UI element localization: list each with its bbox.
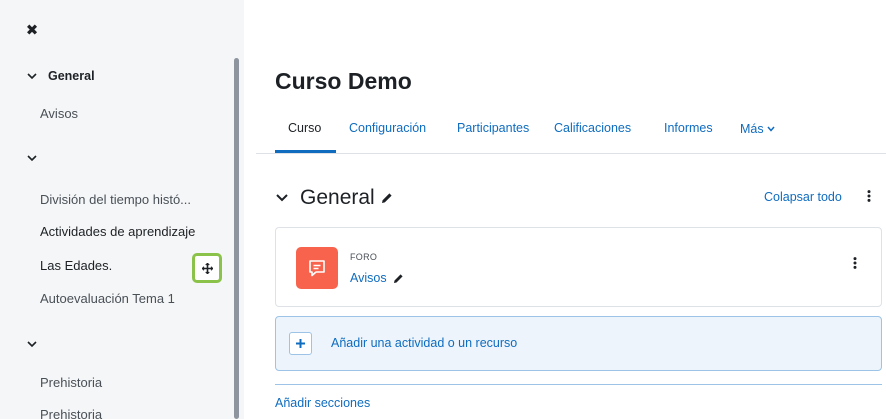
- main-content: Curso Demo Curso Configuración Participa…: [244, 0, 886, 419]
- tab-informes[interactable]: Informes: [664, 121, 713, 135]
- plus-icon: [289, 332, 312, 355]
- chevron-down-icon: [26, 70, 38, 82]
- activity-name-row: Avisos: [350, 271, 404, 285]
- index-section-title: General: [48, 69, 95, 83]
- tab-calificaciones[interactable]: Calificaciones: [554, 121, 631, 135]
- index-item-las-edades[interactable]: Las Edades.: [40, 258, 112, 273]
- section-header-general[interactable]: General: [276, 186, 393, 210]
- move-item-handle[interactable]: [192, 253, 222, 283]
- tab-mas-label: Más: [740, 122, 764, 136]
- index-section-3[interactable]: [26, 334, 48, 354]
- tab-curso[interactable]: Curso: [288, 121, 321, 135]
- index-item-actividades[interactable]: Actividades de aprendizaje: [40, 224, 195, 239]
- activity-card-forum: FORO Avisos: [275, 227, 882, 307]
- close-drawer-button[interactable]: ✖: [22, 20, 42, 40]
- page-title: Curso Demo: [275, 68, 412, 94]
- chevron-down-icon: [26, 152, 38, 164]
- move-icon: [201, 262, 213, 274]
- course-index-drawer: ✖ General Avisos División del tiempo his…: [0, 0, 244, 419]
- tab-mas[interactable]: Más: [740, 121, 775, 136]
- chevron-down-icon: [767, 121, 775, 135]
- secondary-navigation: Curso Configuración Participantes Califi…: [256, 112, 886, 154]
- activity-menu-kebab-icon[interactable]: [850, 254, 860, 272]
- close-icon: ✖: [25, 22, 39, 39]
- activity-type-label: FORO: [350, 252, 378, 262]
- section-divider: [275, 384, 882, 385]
- tab-configuracion[interactable]: Configuración: [349, 121, 426, 135]
- active-tab-indicator: [275, 150, 336, 153]
- forum-icon: [296, 247, 338, 289]
- chevron-down-icon: [26, 338, 38, 350]
- index-item-avisos[interactable]: Avisos: [40, 106, 78, 121]
- pencil-icon[interactable]: [393, 273, 404, 284]
- index-item-prehistoria[interactable]: Prehistoria: [40, 375, 102, 390]
- index-item-autoevaluacion[interactable]: Autoevaluación Tema 1: [40, 291, 175, 306]
- add-activity-label: Añadir una actividad o un recurso: [331, 336, 518, 350]
- index-section-general[interactable]: General: [26, 66, 95, 86]
- chevron-down-icon: [276, 192, 288, 204]
- pencil-icon[interactable]: [381, 192, 393, 204]
- index-section-2[interactable]: [26, 148, 48, 168]
- activity-link[interactable]: Avisos: [350, 271, 387, 285]
- index-item-prehistoria-2[interactable]: Prehistoria: [40, 407, 102, 419]
- tab-participantes[interactable]: Participantes: [457, 121, 529, 135]
- drawer-scrollbar[interactable]: [234, 58, 239, 419]
- section-menu-kebab-icon[interactable]: [864, 187, 874, 205]
- index-item-division-tiempo[interactable]: División del tiempo histó...: [40, 192, 191, 207]
- section-title: General: [300, 186, 375, 209]
- add-activity-button[interactable]: Añadir una actividad o un recurso: [275, 316, 882, 371]
- add-sections-link[interactable]: Añadir secciones: [275, 396, 370, 410]
- collapse-all-link[interactable]: Colapsar todo: [764, 190, 842, 204]
